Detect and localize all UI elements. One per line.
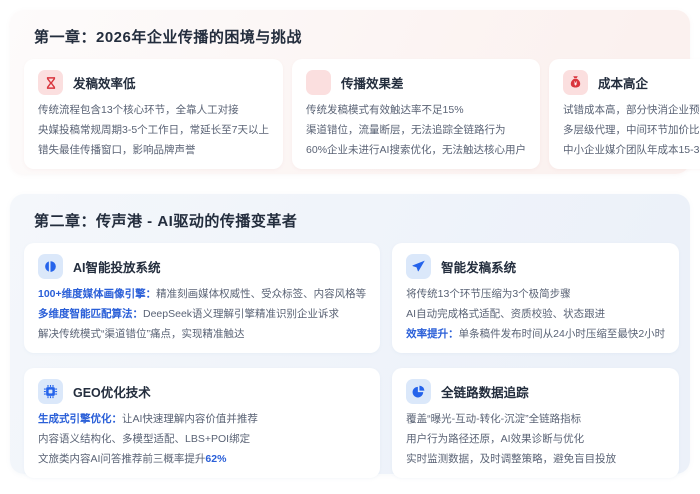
card-text-line: 100+维度媒体画像引擎：精准刻画媒体权威性、受众标签、内容风格等 (38, 284, 366, 304)
card-title: 智能发稿系统 (441, 257, 516, 276)
card-spread-effect: 传播效果差 传统发稿模式有效触达率不足15% 渠道错位，流量断层，无法追踪全链路… (292, 59, 540, 169)
card-text-line: 内容语义结构化、多模型适配、LBS+POI绑定 (38, 429, 366, 449)
chapter2-title: 第二章：传声港 - AI驱动的传播变革者 (24, 206, 676, 243)
chapter1-section: 第一章：2026年企业传播的困境与挑战 发稿效率低 传统流程包含13个核心环节，… (10, 10, 690, 174)
card-title: AI智能投放系统 (73, 257, 161, 276)
card-high-cost: ¥ 成本高企 试错成本高，部分快消企业预算浪费率超50% 多层级代理，中间环节加… (549, 59, 700, 169)
chapter1-title: 第一章：2026年企业传播的困境与挑战 (24, 22, 676, 59)
card-text-line: 60%企业未进行AI搜索优化，无法触达核心用户 (306, 140, 526, 160)
card-ai-placement-system: AI智能投放系统 100+维度媒体画像引擎：精准刻画媒体权威性、受众标签、内容风… (24, 243, 380, 353)
card-text-line: 央媒投稿常规周期3-5个工作日，常延长至7天以上 (38, 120, 269, 140)
paper-plane-icon (406, 254, 431, 279)
chapter2-card-grid: AI智能投放系统 100+维度媒体画像引擎：精准刻画媒体权威性、受众标签、内容风… (24, 243, 676, 478)
card-text-line: 实时监测数据，及时调整策略，避免盲目投放 (406, 449, 665, 469)
card-publish-efficiency: 发稿效率低 传统流程包含13个核心环节，全靠人工对接 央媒投稿常规周期3-5个工… (24, 59, 283, 169)
card-text-line: 多维度智能匹配算法：DeepSeek语义理解引擎精准识别企业诉求 (38, 304, 366, 324)
chip-icon (38, 379, 63, 404)
card-text-line: 将传统13个环节压缩为3个极简步骤 (406, 284, 665, 304)
card-geo-optimization: GEO优化技术 生成式引擎优化：让AI快速理解内容价值并推荐 内容语义结构化、多… (24, 368, 380, 478)
card-title: GEO优化技术 (73, 382, 151, 401)
card-full-link-data-tracking: 全链路数据追踪 覆盖“曝光-互动-转化-沉淀”全链路指标 用户行为路径还原，AI… (392, 368, 679, 478)
card-text-line: 传统流程包含13个核心环节，全靠人工对接 (38, 100, 269, 120)
card-text-line: 文旅类内容AI问答推荐前三概率提升62% (38, 449, 366, 469)
chapter1-card-grid: 发稿效率低 传统流程包含13个核心环节，全靠人工对接 央媒投稿常规周期3-5个工… (24, 59, 676, 169)
card-text-line: 渠道错位，流量断层，无法追踪全链路行为 (306, 120, 526, 140)
card-text-line: 中小企业媒介团队年成本15-30万元 (563, 140, 700, 160)
card-text-line: 多层级代理，中间环节加价比例最高达30% (563, 120, 700, 140)
chapter2-section: 第二章：传声港 - AI驱动的传播变革者 AI智能投放系统 100+维度媒体画像… (10, 194, 690, 474)
card-text-line: 效率提升：单条稿件发布时间从24小时压缩至最快2小时 (406, 324, 665, 344)
hourglass-icon (38, 70, 63, 95)
card-text-line: 试错成本高，部分快消企业预算浪费率超50% (563, 100, 700, 120)
card-text-line: 传统发稿模式有效触达率不足15% (306, 100, 526, 120)
card-title: 成本高企 (598, 73, 648, 92)
card-title: 发稿效率低 (73, 73, 136, 92)
card-text-line: 生成式引擎优化：让AI快速理解内容价值并推荐 (38, 409, 366, 429)
money-bag-icon: ¥ (563, 70, 588, 95)
card-title: 传播效果差 (341, 73, 404, 92)
pie-chart-icon (406, 379, 431, 404)
card-title: 全链路数据追踪 (441, 382, 529, 401)
data-sphere-icon (38, 254, 63, 279)
card-text-line: 解决传统模式“渠道错位”痛点，实现精准触达 (38, 324, 366, 344)
card-text-line: 覆盖“曝光-互动-转化-沉淀”全链路指标 (406, 409, 665, 429)
card-text-line: AI自动完成格式适配、资质校验、状态跟进 (406, 304, 665, 324)
blank-icon (306, 70, 331, 95)
card-smart-publishing-system: 智能发稿系统 将传统13个环节压缩为3个极简步骤 AI自动完成格式适配、资质校验… (392, 243, 679, 353)
card-text-line: 用户行为路径还原，AI效果诊断与优化 (406, 429, 665, 449)
card-text-line: 错失最佳传播窗口，影响品牌声誉 (38, 140, 269, 160)
